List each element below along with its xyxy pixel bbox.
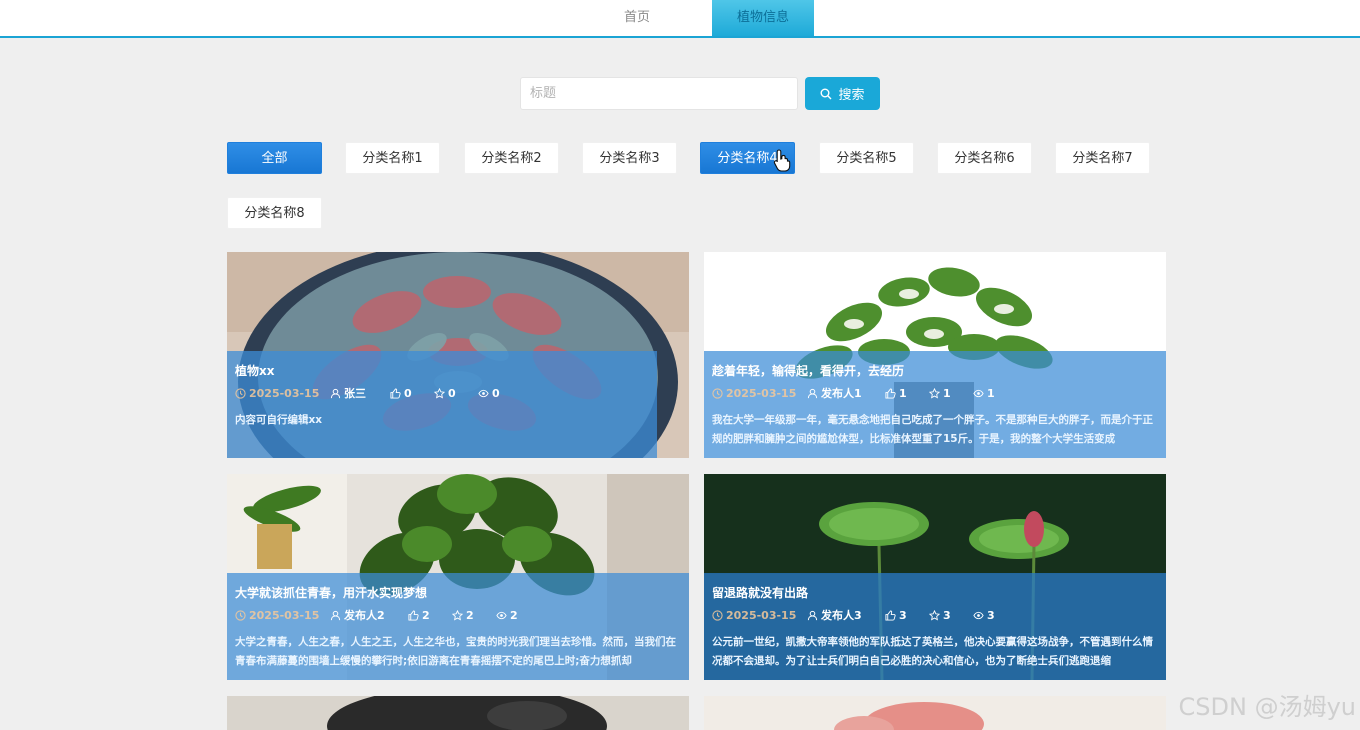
card-likes: 3 bbox=[899, 608, 907, 622]
card-overlay: 植物xx 2025-03-15 张三 0 0 0 内容可自行编辑xx bbox=[227, 351, 657, 458]
card-overlay: 趁着年轻，输得起，看得开，去经历 2025-03-15 发布人1 1 1 1 我… bbox=[704, 351, 1166, 458]
card-title: 植物xx bbox=[235, 364, 275, 378]
user-icon bbox=[807, 610, 818, 620]
card-author: 发布人2 bbox=[344, 609, 385, 622]
star-icon bbox=[452, 609, 463, 621]
card-title: 留退路就没有出路 bbox=[712, 586, 809, 600]
card-likes: 2 bbox=[422, 608, 430, 622]
card-author: 发布人1 bbox=[821, 387, 862, 400]
eye-icon bbox=[973, 389, 984, 397]
star-icon bbox=[434, 387, 445, 399]
card-date: 2025-03-15 bbox=[249, 386, 320, 400]
watermark: CSDN @汤姆yu bbox=[1178, 693, 1356, 721]
plant-card[interactable] bbox=[227, 696, 689, 730]
category-1[interactable]: 分类名称1 bbox=[345, 142, 440, 174]
search-input[interactable] bbox=[520, 77, 798, 110]
card-meta: 2025-03-15 张三 0 0 0 bbox=[235, 383, 649, 403]
card-views: 0 bbox=[492, 386, 500, 400]
card-views: 1 bbox=[987, 386, 995, 400]
user-icon bbox=[807, 388, 818, 398]
plant-card[interactable] bbox=[704, 696, 1166, 730]
search-icon bbox=[820, 88, 832, 99]
card-date: 2025-03-15 bbox=[726, 608, 797, 622]
category-all[interactable]: 全部 bbox=[227, 142, 322, 174]
eye-icon bbox=[496, 611, 507, 619]
card-desc: 大学之青春，人生之春，人生之王，人生之华也，宝贵的时光我们理当去珍惜。然而，当我… bbox=[235, 636, 676, 667]
card-favorites: 0 bbox=[448, 386, 456, 400]
card-favorites: 1 bbox=[943, 386, 951, 400]
card-favorites: 3 bbox=[943, 608, 951, 622]
star-icon bbox=[929, 609, 940, 621]
card-desc: 我在大学一年级那一年，毫无悬念地把自己吃成了一个胖子。不是那种巨大的胖子，而是介… bbox=[712, 414, 1153, 445]
card-desc: 公元前一世纪，凯撒大帝率领他的军队抵达了英格兰，他决心要赢得这场战争，不管遇到什… bbox=[712, 636, 1153, 667]
thumbs-up-icon bbox=[390, 387, 401, 399]
category-5[interactable]: 分类名称5 bbox=[819, 142, 914, 174]
card-likes: 0 bbox=[404, 386, 412, 400]
search-button[interactable]: 搜索 bbox=[805, 77, 880, 110]
category-3[interactable]: 分类名称3 bbox=[582, 142, 677, 174]
card-desc: 内容可自行编辑xx bbox=[235, 414, 323, 426]
thumbs-up-icon bbox=[885, 609, 896, 621]
card-overlay: 大学就该抓住青春，用汗水实现梦想 2025-03-15 发布人2 2 2 2 大… bbox=[227, 573, 689, 680]
card-author: 发布人3 bbox=[821, 609, 862, 622]
plant-card[interactable]: 留退路就没有出路 2025-03-15 发布人3 3 3 3 公元前一世纪，凯撒… bbox=[704, 474, 1166, 680]
card-author: 张三 bbox=[344, 387, 366, 400]
eye-icon bbox=[973, 611, 984, 619]
category-8[interactable]: 分类名称8 bbox=[227, 197, 322, 229]
clock-icon bbox=[712, 387, 723, 399]
card-overlay: 留退路就没有出路 2025-03-15 发布人3 3 3 3 公元前一世纪，凯撒… bbox=[704, 573, 1166, 680]
nav-plant-info[interactable]: 植物信息 bbox=[712, 0, 814, 36]
thumbs-up-icon bbox=[885, 387, 896, 399]
card-date: 2025-03-15 bbox=[249, 608, 320, 622]
card-favorites: 2 bbox=[466, 608, 474, 622]
plant-image bbox=[227, 696, 689, 730]
clock-icon bbox=[712, 609, 723, 621]
category-6[interactable]: 分类名称6 bbox=[937, 142, 1032, 174]
card-title: 趁着年轻，输得起，看得开，去经历 bbox=[712, 364, 905, 378]
category-2[interactable]: 分类名称2 bbox=[464, 142, 559, 174]
search-button-label: 搜索 bbox=[838, 87, 865, 102]
plant-card[interactable]: 大学就该抓住青春，用汗水实现梦想 2025-03-15 发布人2 2 2 2 大… bbox=[227, 474, 689, 680]
category-7[interactable]: 分类名称7 bbox=[1055, 142, 1150, 174]
thumbs-up-icon bbox=[408, 609, 419, 621]
plant-image bbox=[704, 696, 1166, 730]
user-icon bbox=[330, 610, 341, 620]
nav-home[interactable]: 首页 bbox=[586, 0, 688, 36]
card-views: 2 bbox=[510, 608, 518, 622]
card-views: 3 bbox=[987, 608, 995, 622]
clock-icon bbox=[235, 387, 246, 399]
card-meta: 2025-03-15 发布人3 3 3 3 bbox=[712, 605, 1158, 625]
clock-icon bbox=[235, 609, 246, 621]
eye-icon bbox=[478, 389, 489, 397]
card-likes: 1 bbox=[899, 386, 907, 400]
top-nav: 首页 植物信息 bbox=[0, 0, 1360, 38]
star-icon bbox=[929, 387, 940, 399]
card-title: 大学就该抓住青春，用汗水实现梦想 bbox=[235, 586, 428, 600]
user-icon bbox=[330, 388, 341, 398]
card-date: 2025-03-15 bbox=[726, 386, 797, 400]
plant-card[interactable]: 趁着年轻，输得起，看得开，去经历 2025-03-15 发布人1 1 1 1 我… bbox=[704, 252, 1166, 458]
card-meta: 2025-03-15 发布人1 1 1 1 bbox=[712, 383, 1158, 403]
plant-card[interactable]: 植物xx 2025-03-15 张三 0 0 0 内容可自行编辑xx bbox=[227, 252, 689, 458]
hand-cursor-icon bbox=[773, 149, 791, 172]
card-meta: 2025-03-15 发布人2 2 2 2 bbox=[235, 605, 681, 625]
